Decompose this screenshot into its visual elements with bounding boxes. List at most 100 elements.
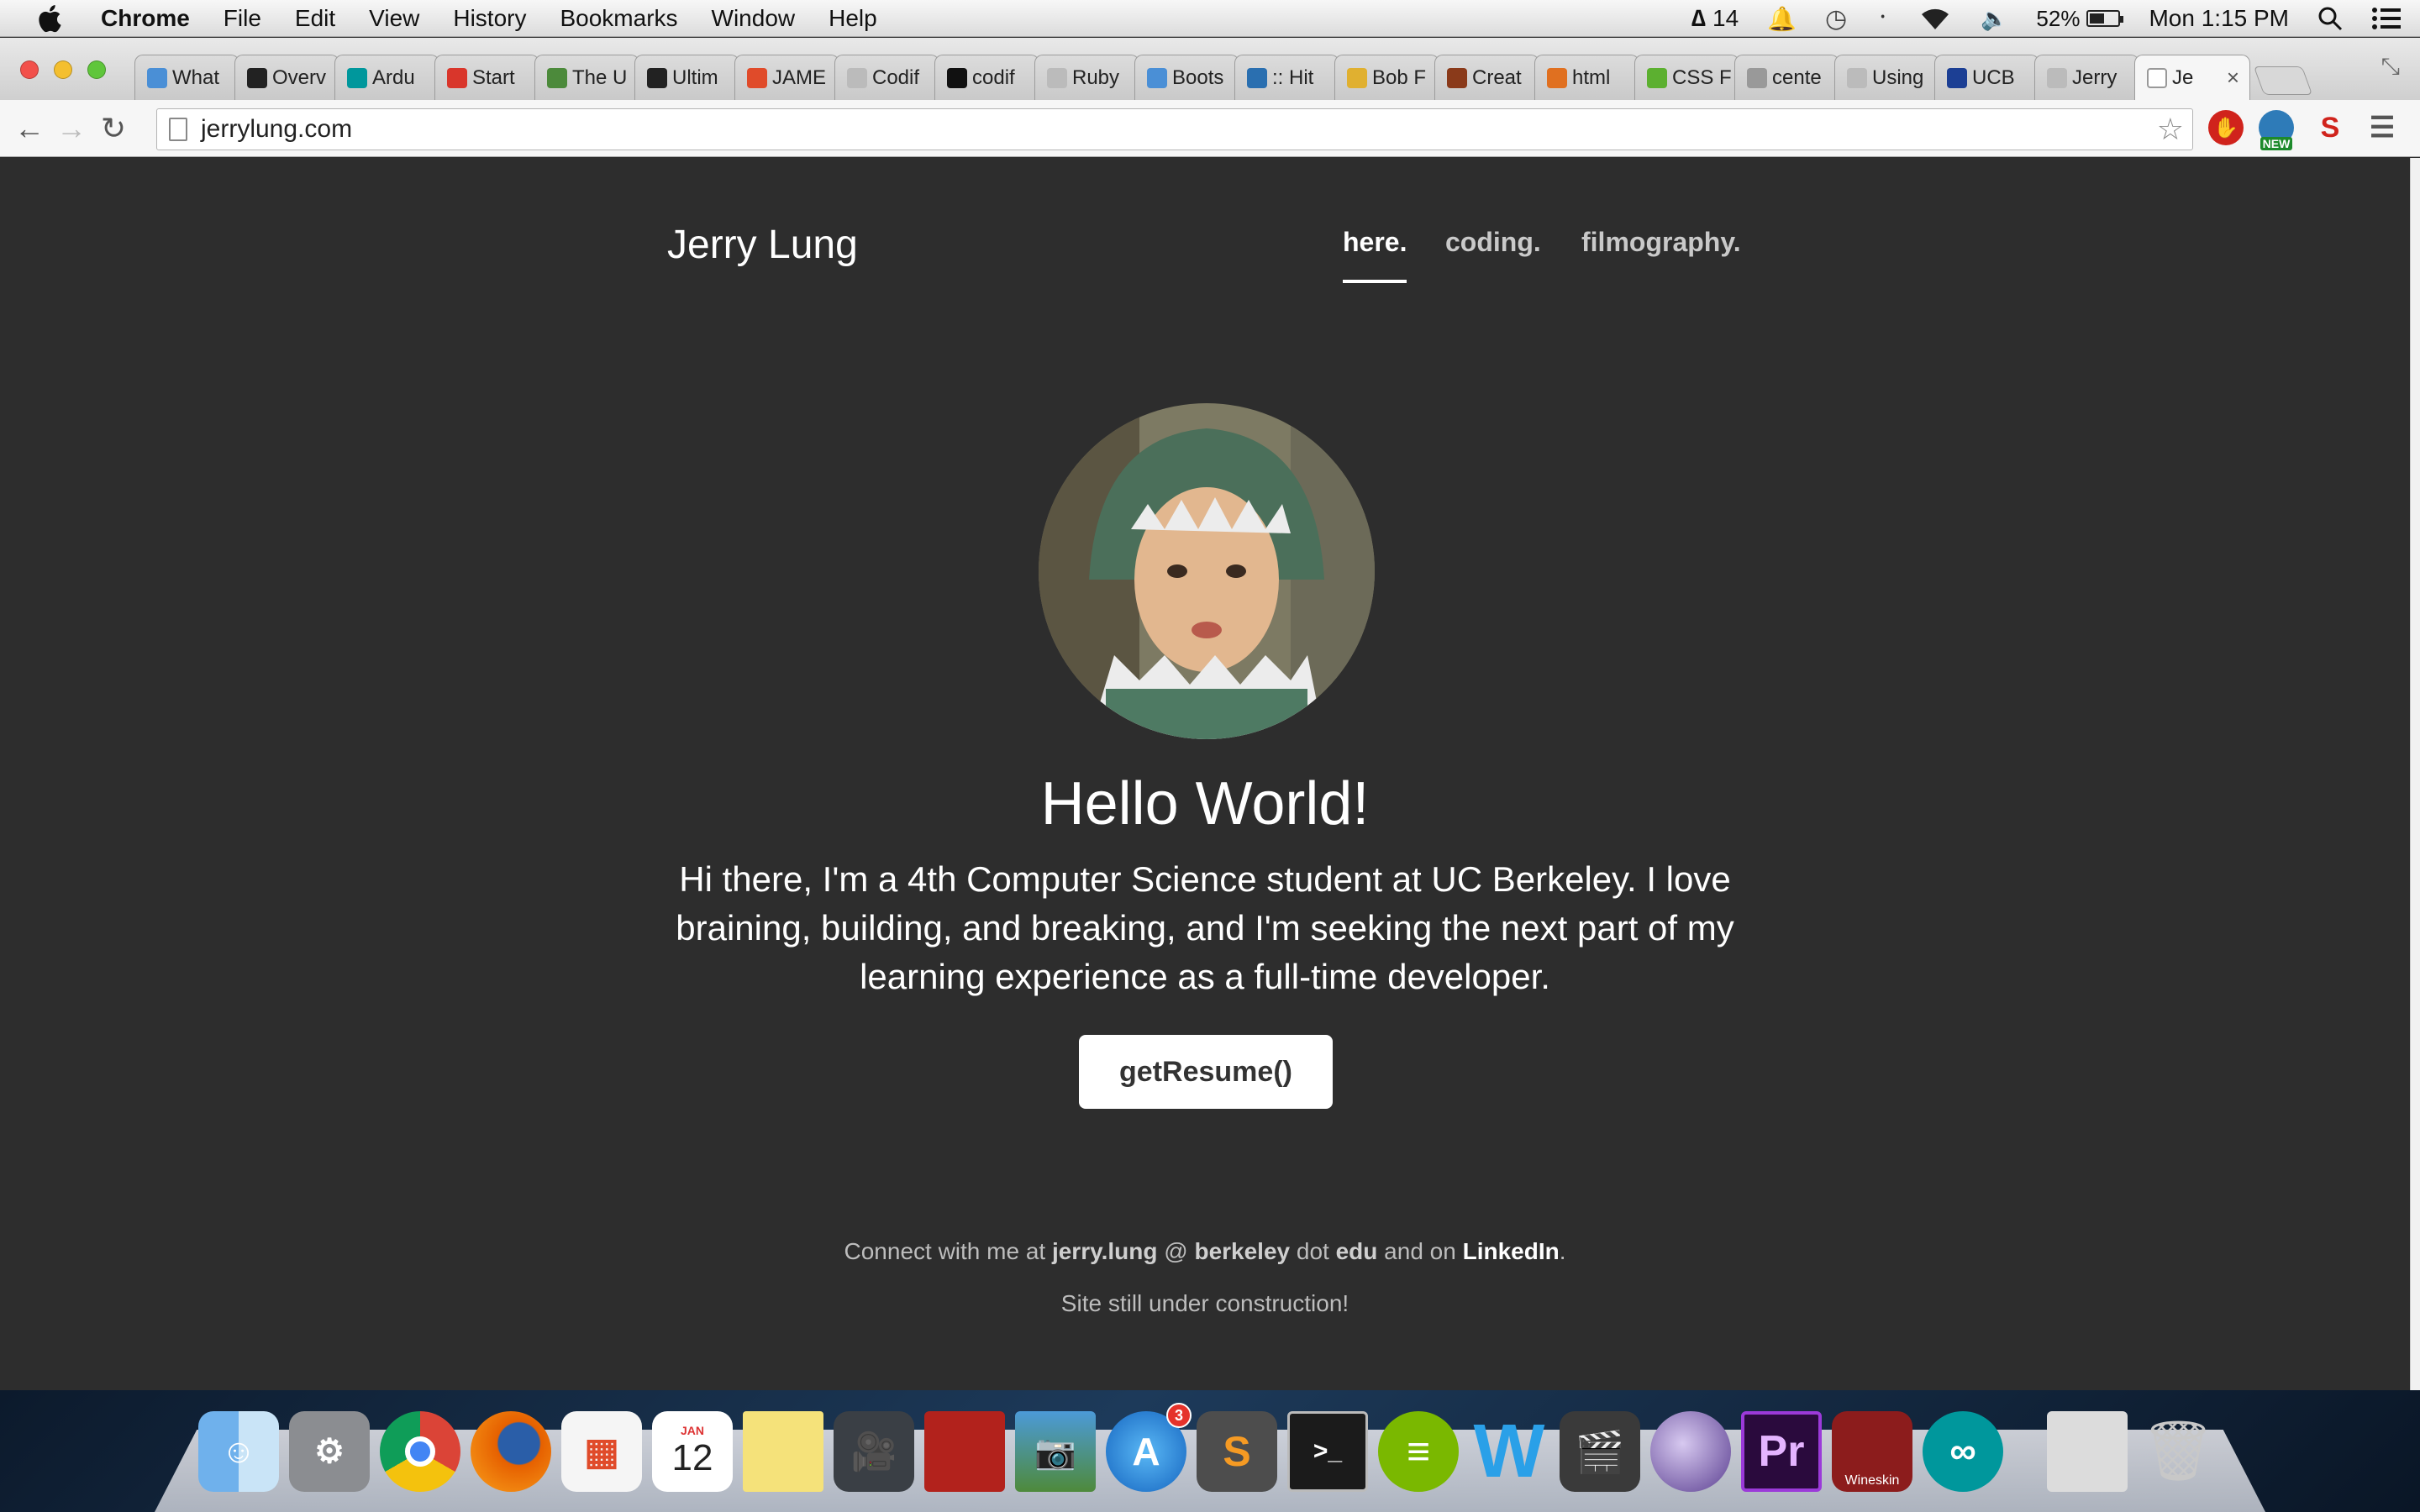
browser-tab[interactable]: :: Hit: [1234, 55, 1339, 100]
browser-tab[interactable]: Boots: [1134, 55, 1239, 100]
browser-tab[interactable]: Jerry: [2034, 55, 2139, 100]
browser-tab[interactable]: The U: [534, 55, 639, 100]
browser-tab[interactable]: Ardu: [334, 55, 439, 100]
battery-icon[interactable]: [2086, 10, 2124, 27]
adblock-icon[interactable]: ✋: [2208, 110, 2244, 145]
tab-label: Using: [1872, 66, 1924, 89]
menu-edit[interactable]: Edit: [295, 5, 335, 32]
contact-domain: berkeley: [1194, 1238, 1291, 1264]
premiere-icon[interactable]: Pr: [1741, 1411, 1822, 1492]
tab-label: codif: [972, 66, 1015, 89]
menu-app-name[interactable]: Chrome: [101, 5, 190, 32]
browser-tab[interactable]: Bob F: [1334, 55, 1439, 100]
arduino-icon[interactable]: ∞: [1923, 1411, 2003, 1492]
menu-bookmarks[interactable]: Bookmarks: [560, 5, 677, 32]
firefox-icon[interactable]: [471, 1411, 551, 1492]
nav-filmography[interactable]: filmography.: [1581, 227, 1741, 258]
zoom-window-button[interactable]: [87, 60, 106, 79]
browser-tab[interactable]: What: [134, 55, 239, 100]
tab-favicon-icon: [647, 67, 667, 88]
launchpad-icon[interactable]: ▦: [561, 1411, 642, 1492]
browser-tab[interactable]: Overv: [234, 55, 339, 100]
forward-button[interactable]: →: [50, 108, 92, 150]
fullscreen-icon[interactable]: ⤡: [2381, 53, 2400, 81]
adobe-icon[interactable]: ∆: [1691, 5, 1706, 32]
nav-coding[interactable]: coding.: [1445, 227, 1541, 258]
wineskin-icon[interactable]: Wineskin: [1832, 1411, 1912, 1492]
clock[interactable]: Mon 1:15 PM: [2149, 5, 2289, 32]
system-preferences-icon[interactable]: ⚙: [289, 1411, 370, 1492]
finder-icon[interactable]: ☺: [198, 1411, 279, 1492]
browser-tab[interactable]: JAME: [734, 55, 839, 100]
stickies-icon[interactable]: [743, 1411, 823, 1492]
menu-view[interactable]: View: [369, 5, 419, 32]
new-tab-button[interactable]: [2253, 66, 2313, 95]
battery-percent[interactable]: 52%: [2036, 6, 2080, 32]
browser-tab[interactable]: html: [1534, 55, 1639, 100]
browser-tab[interactable]: Start: [434, 55, 539, 100]
close-window-button[interactable]: [20, 60, 39, 79]
address-url[interactable]: jerrylung.com: [201, 115, 352, 144]
time-machine-icon[interactable]: ◷: [1825, 4, 1847, 34]
linkedin-link[interactable]: LinkedIn: [1463, 1238, 1560, 1264]
tab-favicon-icon: [1047, 67, 1067, 88]
tab-label: cente: [1772, 66, 1822, 89]
site-brand[interactable]: Jerry Lung: [667, 222, 858, 268]
browser-tab[interactable]: Using: [1834, 55, 1939, 100]
bio-text: Hi there, I'm a 4th Computer Science stu…: [676, 859, 1734, 996]
browser-tab[interactable]: Creat: [1434, 55, 1539, 100]
spotify-icon[interactable]: ≡: [1378, 1411, 1459, 1492]
terminal-icon[interactable]: >_: [1287, 1411, 1368, 1492]
close-tab-icon[interactable]: ×: [2227, 65, 2239, 91]
notification-bell-icon[interactable]: 🔔: [1767, 5, 1797, 33]
bluetooth-icon[interactable]: ᛫: [1876, 5, 1890, 32]
back-button[interactable]: ←: [8, 108, 50, 150]
browser-tab[interactable]: CSS F: [1634, 55, 1739, 100]
tab-favicon-icon: [1747, 67, 1767, 88]
browser-tab-active[interactable]: Je ×: [2134, 55, 2250, 100]
menu-window[interactable]: Window: [712, 5, 796, 32]
bookmark-star-icon[interactable]: ☆: [2157, 112, 2184, 147]
word-icon[interactable]: W: [1469, 1410, 1549, 1494]
apple-icon[interactable]: [34, 3, 69, 34]
tab-label: Ruby: [1072, 66, 1120, 89]
facetime-icon[interactable]: 🎥: [834, 1411, 914, 1492]
calendar-month: JAN: [680, 1424, 704, 1437]
address-bar[interactable]: jerrylung.com ☆: [156, 108, 2193, 150]
browser-tab[interactable]: Codif: [834, 55, 939, 100]
browser-tab[interactable]: Ultim: [634, 55, 739, 100]
sublime-text-icon[interactable]: S: [1197, 1411, 1277, 1492]
calendar-icon[interactable]: JAN 12: [652, 1411, 733, 1492]
browser-tab[interactable]: cente: [1734, 55, 1839, 100]
notification-center-icon[interactable]: [2371, 6, 2402, 31]
tab-label: CSS F: [1672, 66, 1732, 89]
tab-favicon-icon: [1347, 67, 1367, 88]
menu-file[interactable]: File: [224, 5, 261, 32]
page-scrollbar[interactable]: [2410, 158, 2420, 1390]
menu-history[interactable]: History: [453, 5, 526, 32]
get-resume-button[interactable]: getResume(): [1079, 1035, 1333, 1109]
reload-button[interactable]: ↻: [92, 108, 134, 150]
final-cut-icon[interactable]: 🎬: [1560, 1411, 1640, 1492]
iphoto-icon[interactable]: 📷: [1015, 1411, 1096, 1492]
spotlight-search-icon[interactable]: [2317, 6, 2343, 31]
menu-help[interactable]: Help: [829, 5, 877, 32]
app-store-icon[interactable]: A 3: [1106, 1403, 1192, 1492]
eclipse-icon[interactable]: [1650, 1411, 1731, 1492]
minimize-window-button[interactable]: [54, 60, 72, 79]
s-extension-icon[interactable]: S: [2312, 110, 2348, 145]
documents-stack-icon[interactable]: [2047, 1411, 2128, 1492]
browser-tab[interactable]: codif: [934, 55, 1039, 100]
photo-booth-icon[interactable]: [924, 1411, 1005, 1492]
chrome-icon[interactable]: [380, 1411, 460, 1492]
wifi-icon[interactable]: [1918, 6, 1952, 31]
trash-icon[interactable]: 🗑: [2138, 1411, 2218, 1492]
nav-here[interactable]: here.: [1343, 227, 1407, 283]
extension-new-icon[interactable]: NEW: [2259, 110, 2294, 150]
tab-label: Boots: [1172, 66, 1224, 89]
tab-favicon-icon: [447, 67, 467, 88]
chrome-menu-icon[interactable]: ☰: [2365, 110, 2400, 145]
browser-tab[interactable]: Ruby: [1034, 55, 1139, 100]
browser-tab[interactable]: UCB: [1934, 55, 2039, 100]
volume-icon[interactable]: 🔈: [1981, 6, 2007, 32]
